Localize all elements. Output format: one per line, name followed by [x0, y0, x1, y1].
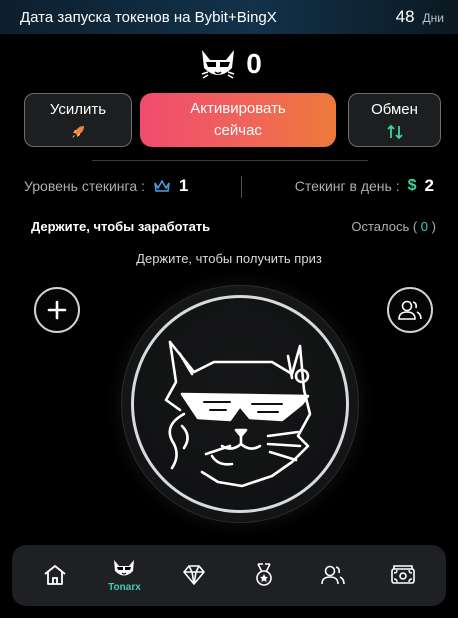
- staking-level-label: Уровень стекинга :: [24, 178, 145, 194]
- activate-label-1: Активировать: [190, 100, 286, 117]
- staking-per-day: Стекинг в день : $ 2: [295, 176, 434, 196]
- staking-level: Уровень стекинга : 1: [24, 176, 188, 196]
- remaining-value: 0: [420, 219, 429, 234]
- nav-diamond[interactable]: [164, 548, 224, 604]
- days-unit: Дни: [422, 11, 444, 25]
- friends-icon: [321, 565, 346, 584]
- stats-divider: [241, 176, 242, 198]
- cat-sunglasses-icon: [164, 340, 312, 488]
- crown-icon: [154, 179, 170, 192]
- remaining-label: Осталось (: [351, 219, 418, 234]
- medal-icon: [255, 562, 272, 586]
- plus-icon: [47, 300, 67, 320]
- hold-hint: Держите, чтобы получить приз: [136, 251, 322, 266]
- remaining-close: ): [431, 219, 436, 234]
- nav-tonarx-label: Tonarx: [108, 582, 141, 593]
- staking-per-day-label: Стекинг в день :: [294, 178, 400, 194]
- activate-label-2: сейчас: [214, 122, 262, 139]
- cat-sunglasses-icon: [201, 50, 235, 79]
- nav-tonarx[interactable]: Tonarx: [94, 548, 154, 604]
- tap-to-earn-button[interactable]: [121, 285, 359, 523]
- days-counter: 48 Дни: [396, 7, 444, 27]
- hold-title: Держите, чтобы заработать: [31, 219, 211, 234]
- days-value: 48: [395, 7, 415, 26]
- balance-display: 0: [0, 44, 458, 84]
- staking-stats: Уровень стекинга : 1 Стекинг в день : $ …: [0, 176, 458, 198]
- dollar-icon: $: [407, 177, 417, 194]
- staking-per-day-value: 2: [424, 176, 434, 195]
- staking-level-value: 1: [178, 176, 189, 195]
- swap-label: Обмен: [371, 100, 418, 118]
- launch-banner: Дата запуска токенов на Bybit+BingX 48 Д…: [0, 0, 458, 34]
- friends-button[interactable]: [387, 287, 433, 333]
- wallet-icon: [391, 564, 415, 584]
- remaining-counter: Осталось ( 0 ): [351, 219, 436, 234]
- launch-title: Дата запуска токенов на Bybit+BingX: [20, 8, 277, 26]
- rocket-icon: [70, 123, 86, 141]
- swap-button[interactable]: Обмен: [348, 93, 441, 147]
- nav-friends[interactable]: [303, 548, 363, 604]
- balance-value: 0: [246, 48, 262, 79]
- boost-label: Усилить: [49, 100, 107, 118]
- cat-avatar-icon: [114, 560, 135, 576]
- swap-arrows-icon: [386, 123, 404, 141]
- diamond-icon: [183, 564, 205, 585]
- nav-wallet[interactable]: [373, 548, 433, 604]
- bottom-nav: Tonarx: [12, 545, 446, 606]
- nav-medal[interactable]: [234, 548, 294, 604]
- divider: [92, 160, 368, 161]
- home-icon: [44, 564, 66, 585]
- activate-now-button[interactable]: Активировать сейчас: [140, 93, 336, 147]
- friends-icon: [398, 300, 422, 320]
- nav-home[interactable]: [25, 548, 85, 604]
- add-button[interactable]: [34, 287, 80, 333]
- boost-button[interactable]: Усилить: [24, 93, 132, 147]
